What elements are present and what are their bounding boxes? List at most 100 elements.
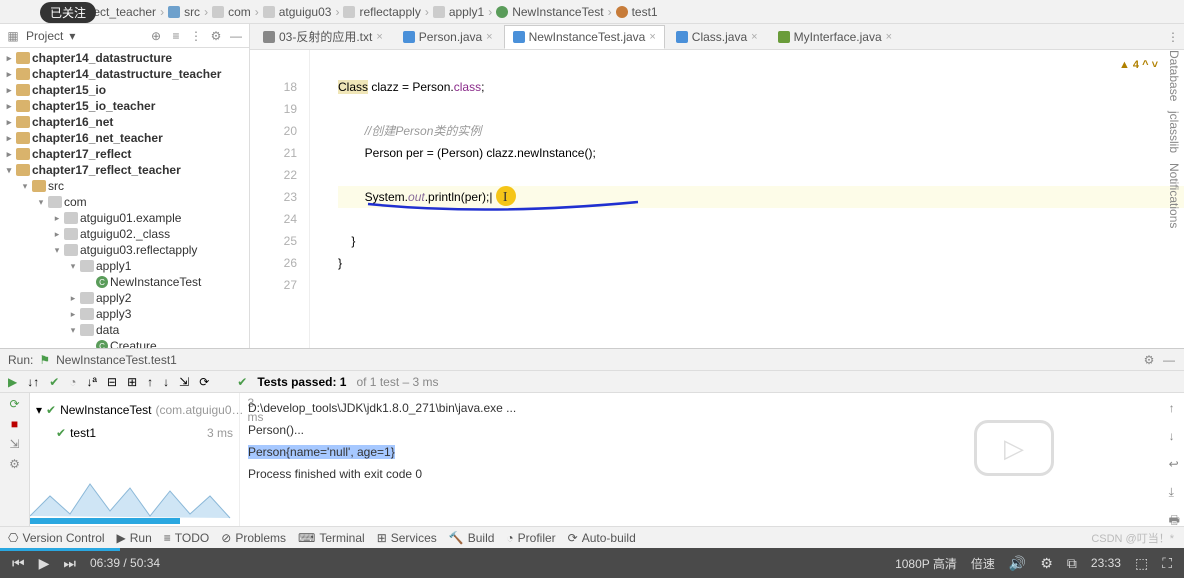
scroll-end-icon[interactable]: ⤓ [1169,481,1180,503]
video-play-overlay[interactable]: ▷ [974,420,1054,476]
tool-autobuild[interactable]: ⟳ Auto-build [568,531,636,545]
crumb[interactable]: com [228,5,251,19]
export-icon[interactable]: ⇲ [179,375,189,389]
project-title: Project [26,29,63,43]
next-icon[interactable]: ↓ [163,375,169,389]
tree-item[interactable]: ▸apply3 [0,306,249,322]
tree-item[interactable]: ▸atguigu01.example [0,210,249,226]
collapse-icon[interactable]: ⋮ [189,29,203,43]
editor-tab[interactable]: Person.java× [394,25,502,49]
soft-wrap-icon[interactable]: ↩ [1169,453,1180,475]
print-icon[interactable]: 🖶 [1169,509,1180,531]
settings-icon[interactable]: ⚙ [9,457,20,471]
hide-icon[interactable]: — [229,29,243,43]
crumb[interactable]: atguigu03 [279,5,332,19]
close-icon[interactable]: × [486,31,492,43]
tool-database[interactable]: Database [1167,50,1181,101]
volume-icon[interactable]: 🔊 [1009,555,1026,572]
fullscreen-icon[interactable]: ⛶ [1162,555,1172,572]
select-opened-icon[interactable]: ⊕ [149,29,163,43]
expand-all-icon[interactable]: ≡ [169,29,183,43]
filter-icon[interactable]: ↓↑ [27,375,39,389]
test-tree[interactable]: ▾✔ NewInstanceTest (com.atguigu0… 3 ms ✔… [30,393,240,526]
sort-icon[interactable]: ↓ª [87,375,97,389]
tree-item[interactable]: ▾atguigu03.reflectapply [0,242,249,258]
tab-more-icon[interactable]: ⋮ [1166,30,1180,44]
expand-icon[interactable]: ⊟ [107,375,117,389]
run-icon[interactable]: ▶ [8,375,17,389]
gear-icon[interactable]: ⚙ [1142,353,1156,367]
close-icon[interactable]: × [886,31,892,43]
run-label: Run: [8,353,33,367]
annotation-underline [338,198,658,218]
tree-item[interactable]: ▸chapter15_io_teacher [0,98,249,114]
tool-todo[interactable]: ≡ TODO [164,531,209,545]
close-icon[interactable]: × [376,31,382,43]
tool-services[interactable]: ⊞ Services [377,531,437,545]
tree-item[interactable]: ▸chapter17_reflect [0,146,249,162]
crumb[interactable]: apply1 [449,5,484,19]
tree-item[interactable]: ▾apply1 [0,258,249,274]
pin-icon[interactable]: ⇲ [9,437,19,451]
tests-status: Tests passed: 1 [257,375,346,389]
rerun-icon[interactable]: ⟳ [9,397,19,411]
wide-icon[interactable]: ⬚ [1135,555,1148,572]
editor-tab[interactable]: Class.java× [667,25,767,49]
close-icon[interactable]: × [649,31,655,43]
tool-jclasslib[interactable]: jclasslib [1167,111,1181,153]
video-progress[interactable] [0,548,120,551]
scroll-down-icon[interactable]: ↓ [1169,425,1180,447]
video-quality[interactable]: 1080P 高清 [895,555,957,572]
tree-item[interactable]: ▸chapter16_net [0,114,249,130]
crumb[interactable]: test1 [632,5,658,19]
tool-problems[interactable]: ⊘ Problems [221,531,286,545]
tool-profiler[interactable]: ◔ Profiler [506,531,555,545]
tool-build[interactable]: 🔨 Build [449,531,495,545]
run-config[interactable]: NewInstanceTest.test1 [56,353,177,367]
tree-item[interactable]: ▸chapter14_datastructure_teacher [0,66,249,82]
video-clock: 23:33 [1091,556,1121,570]
tree-item[interactable]: CCreature [0,338,249,348]
gear-icon[interactable]: ⚙ [209,29,223,43]
hide-icon[interactable]: — [1162,353,1176,367]
clock-icon[interactable]: ◔ [69,375,76,389]
tree-item[interactable]: ▸chapter16_net_teacher [0,130,249,146]
history-icon[interactable]: ⟳ [199,375,209,389]
video-next-icon[interactable]: ⏭ [63,555,76,572]
tool-version-control[interactable]: ⎔ Version Control [8,531,105,545]
breadcrumb: _reflect_teacher› src› com› atguigu03› r… [0,0,1184,24]
tree-item[interactable]: CNewInstanceTest [0,274,249,290]
project-tree[interactable]: ▸chapter14_datastructure▸chapter14_datas… [0,48,249,348]
prev-icon[interactable]: ↑ [147,375,153,389]
tool-notifications[interactable]: Notifications [1167,163,1181,228]
editor-tab[interactable]: MyInterface.java× [769,25,901,49]
crumb[interactable]: reflectapply [359,5,420,19]
tree-item[interactable]: ▸chapter15_io [0,82,249,98]
code-editor[interactable]: ▲ 4 ^ ˅ Class clazz = Person.class; //创建… [310,50,1184,348]
tool-terminal[interactable]: ⌨ Terminal [298,531,365,545]
video-prev-icon[interactable]: ⏮ [12,555,25,572]
crumb[interactable]: src [184,5,200,19]
pip-icon[interactable]: ⧉ [1067,555,1077,572]
check-icon[interactable]: ✔ [49,375,59,389]
tree-item[interactable]: ▸chapter14_datastructure [0,50,249,66]
tree-item[interactable]: ▾data [0,322,249,338]
stop-icon[interactable]: ■ [11,417,18,431]
tool-run[interactable]: ▶ Run [117,531,152,545]
collapse-icon[interactable]: ⊞ [127,375,137,389]
tree-item[interactable]: ▸atguigu02._class [0,226,249,242]
crumb[interactable]: NewInstanceTest [512,5,603,19]
inspection-badge[interactable]: ▲ 4 ^ ˅ [1119,54,1158,76]
video-speed[interactable]: 倍速 [971,555,995,572]
editor-tab[interactable]: 03-反射的应用.txt× [254,25,392,49]
close-icon[interactable]: × [751,31,757,43]
tree-item[interactable]: ▾chapter17_reflect_teacher [0,162,249,178]
settings-icon[interactable]: ⚙ [1040,555,1053,572]
project-icon: ▦ [6,29,20,43]
editor-tab[interactable]: NewInstanceTest.java× [504,25,665,49]
tree-item[interactable]: ▾src [0,178,249,194]
tree-item[interactable]: ▸apply2 [0,290,249,306]
scroll-up-icon[interactable]: ↑ [1169,397,1180,419]
video-play-icon[interactable]: ▶ [39,555,50,572]
tree-item[interactable]: ▾com [0,194,249,210]
